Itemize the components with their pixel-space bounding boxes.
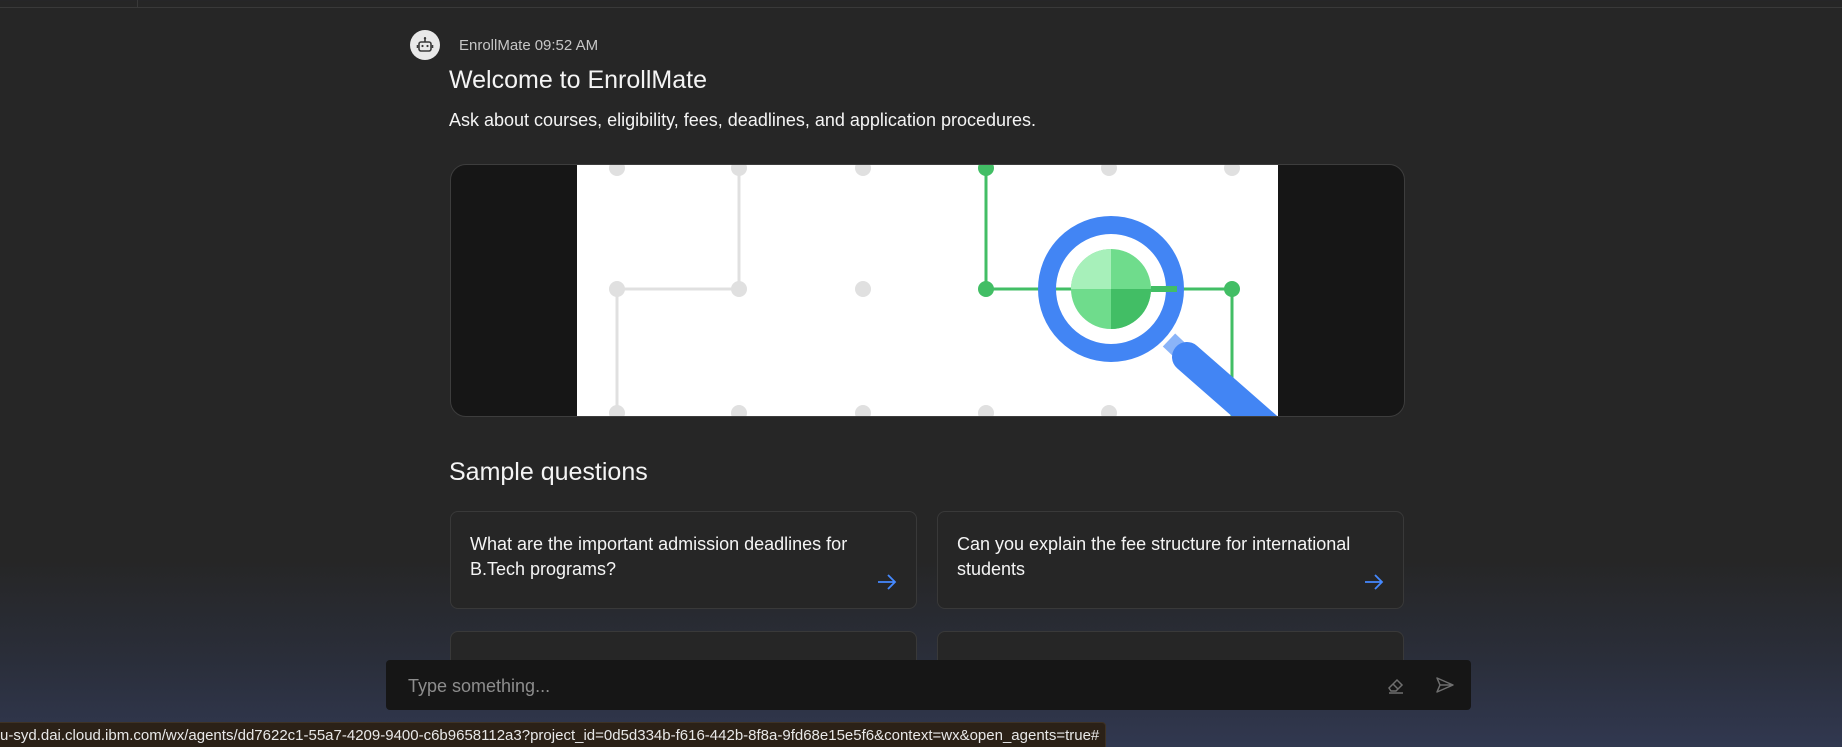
message-header: EnrollMate 09:52 AM bbox=[410, 30, 598, 60]
top-bar-divider bbox=[137, 0, 138, 7]
sender-label: EnrollMate 09:52 AM bbox=[459, 37, 598, 54]
message-input[interactable] bbox=[406, 660, 1350, 712]
send-icon[interactable] bbox=[1435, 675, 1455, 695]
status-bar-url: u-syd.dai.cloud.ibm.com/wx/agents/dd7622… bbox=[0, 722, 1107, 747]
sample-question-card[interactable]: Can you explain the fee structure for in… bbox=[937, 511, 1404, 609]
welcome-title: Welcome to EnrollMate bbox=[449, 66, 707, 94]
message-time: 09:52 AM bbox=[534, 36, 599, 54]
sender-name: EnrollMate bbox=[459, 36, 531, 54]
sample-question-text: Can you explain the fee structure for in… bbox=[957, 534, 1351, 579]
top-bar bbox=[0, 0, 1842, 8]
arrow-right-icon bbox=[878, 574, 897, 590]
hero-banner bbox=[450, 164, 1405, 417]
eraser-icon[interactable] bbox=[1386, 675, 1406, 695]
sample-questions-title: Sample questions bbox=[449, 458, 648, 486]
arrow-right-icon bbox=[1365, 574, 1384, 590]
welcome-subtitle: Ask about courses, eligibility, fees, de… bbox=[449, 110, 1037, 130]
message-composer bbox=[386, 660, 1471, 712]
sample-question-text: What are the important admission deadlin… bbox=[470, 534, 848, 579]
robot-icon bbox=[410, 30, 440, 60]
search-magnifier-illustration bbox=[577, 165, 1278, 416]
sample-question-card[interactable]: What are the important admission deadlin… bbox=[450, 511, 917, 609]
